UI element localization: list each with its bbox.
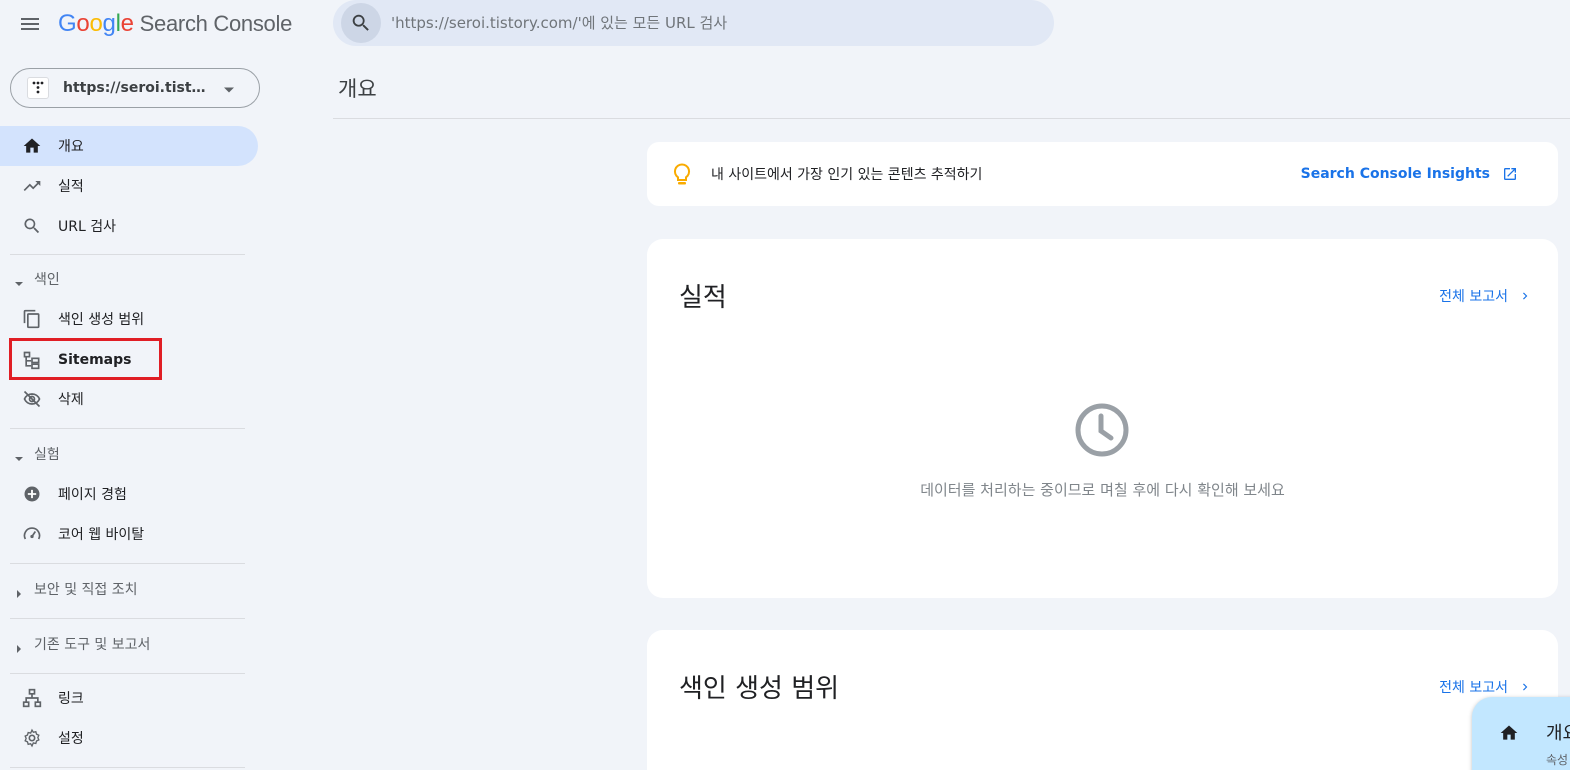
property-url: https://seroi.tistory.com/ [63, 80, 213, 96]
section-experience[interactable]: 실험 [0, 439, 245, 469]
sidebar-item-label: 실적 [58, 179, 84, 195]
sidebar-item-label: 링크 [58, 691, 84, 707]
card-title: 색인 생성 범위 [679, 674, 840, 704]
settings-gear-icon [22, 728, 42, 748]
search-icon [22, 216, 42, 236]
page-title: 개요 [338, 77, 377, 101]
insights-banner: 내 사이트에서 가장 인기 있는 콘텐츠 추적하기 Search Console… [647, 142, 1558, 206]
sidebar-divider [10, 254, 245, 255]
search-console-insights-link[interactable]: Search Console Insights [1301, 166, 1490, 182]
section-label: 실험 [34, 447, 60, 463]
site-favicon [27, 77, 49, 99]
home-icon [22, 136, 42, 156]
sidebar-item-core-web-vitals[interactable]: 코어 웹 바이탈 [0, 514, 258, 554]
processing-message: 데이터를 처리하는 중이므로 며칠 후에 다시 확인해 보세요 [920, 481, 1285, 499]
caret-down-icon [14, 449, 24, 461]
caret-down-icon [14, 274, 24, 286]
sidebar-item-label: 페이지 경험 [58, 487, 127, 503]
full-report-link[interactable]: 전체 보고서 [1439, 677, 1508, 697]
card-title: 실적 [679, 283, 727, 313]
chevron-right-icon[interactable] [1518, 679, 1532, 693]
title-divider [333, 118, 1570, 119]
speed-gauge-icon [22, 524, 42, 544]
sidebar-divider [10, 563, 245, 564]
lightbulb-icon [673, 163, 691, 191]
chip-subtitle: 속성 [1546, 753, 1569, 767]
section-label: 보안 및 직접 조치 [34, 582, 138, 598]
product-name: Search Console [139, 11, 293, 36]
sidebar-divider [10, 428, 245, 429]
sidebar-item-label: 색인 생성 범위 [58, 312, 145, 328]
file-copy-icon [22, 309, 42, 329]
sidebar-item-label: 설정 [58, 731, 84, 747]
section-index[interactable]: 색인 [0, 264, 245, 294]
url-inspection-search[interactable] [333, 0, 1054, 46]
home-icon [1499, 723, 1519, 747]
sidebar-item-label: 삭제 [58, 392, 84, 408]
clock-icon [1074, 402, 1130, 462]
google-search-console-logo[interactable]: Google Search Console [58, 10, 292, 38]
sidebar-item-coverage[interactable]: 색인 생성 범위 [0, 299, 258, 339]
search-icon[interactable] [341, 3, 381, 43]
insights-text: 내 사이트에서 가장 인기 있는 콘텐츠 추적하기 [711, 167, 983, 183]
visibility-off-icon [22, 389, 42, 409]
caret-down-icon [223, 79, 235, 98]
floating-overview-chip[interactable]: 개요 속성 [1472, 697, 1570, 770]
chip-title: 개요 [1546, 723, 1570, 744]
sidebar-item-label: 개요 [58, 139, 84, 155]
links-hierarchy-icon [22, 688, 42, 708]
sidebar-divider [10, 767, 245, 768]
section-label: 색인 [34, 272, 60, 288]
section-legacy-tools[interactable]: 기존 도구 및 보고서 [0, 629, 245, 659]
trending-up-icon [22, 176, 42, 196]
section-security[interactable]: 보안 및 직접 조치 [0, 574, 245, 604]
open-in-new-icon[interactable] [1502, 166, 1518, 186]
caret-right-icon [14, 584, 24, 598]
logo-letter-g1: G [58, 10, 77, 37]
add-circle-icon [22, 484, 42, 504]
search-input[interactable] [391, 14, 1031, 32]
hamburger-menu-icon[interactable] [18, 12, 42, 36]
logo-letter-o2: o [89, 10, 103, 37]
full-report-link[interactable]: 전체 보고서 [1439, 286, 1508, 306]
caret-right-icon [14, 639, 24, 653]
section-label: 기존 도구 및 보고서 [34, 637, 151, 653]
sidebar-divider [10, 618, 245, 619]
sidebar-item-label: 코어 웹 바이탈 [58, 527, 145, 543]
sidebar-item-links[interactable]: 링크 [0, 678, 258, 718]
logo-letter-g2: g [102, 10, 116, 37]
performance-card: 실적 전체 보고서 데이터를 처리하는 중이므로 며칠 후에 다시 확인해 보세… [647, 239, 1558, 598]
sidebar-item-url-inspection[interactable]: URL 검사 [0, 206, 258, 246]
sidebar-item-overview[interactable]: 개요 [0, 126, 258, 166]
property-selector[interactable]: https://seroi.tistory.com/ [10, 68, 260, 108]
chevron-right-icon[interactable] [1518, 288, 1532, 302]
sitemaps-highlight-annotation [9, 338, 162, 380]
sidebar-item-settings[interactable]: 설정 [0, 718, 258, 758]
sidebar-item-performance[interactable]: 실적 [0, 166, 258, 206]
sidebar-item-removals[interactable]: 삭제 [0, 379, 258, 419]
sidebar-divider [10, 673, 245, 674]
index-coverage-card: 색인 생성 범위 전체 보고서 [647, 630, 1558, 770]
sidebar-item-label: URL 검사 [58, 219, 116, 235]
sidebar-item-page-experience[interactable]: 페이지 경험 [0, 474, 258, 514]
logo-letter-e: e [120, 10, 134, 37]
logo-letter-o1: o [76, 10, 90, 37]
